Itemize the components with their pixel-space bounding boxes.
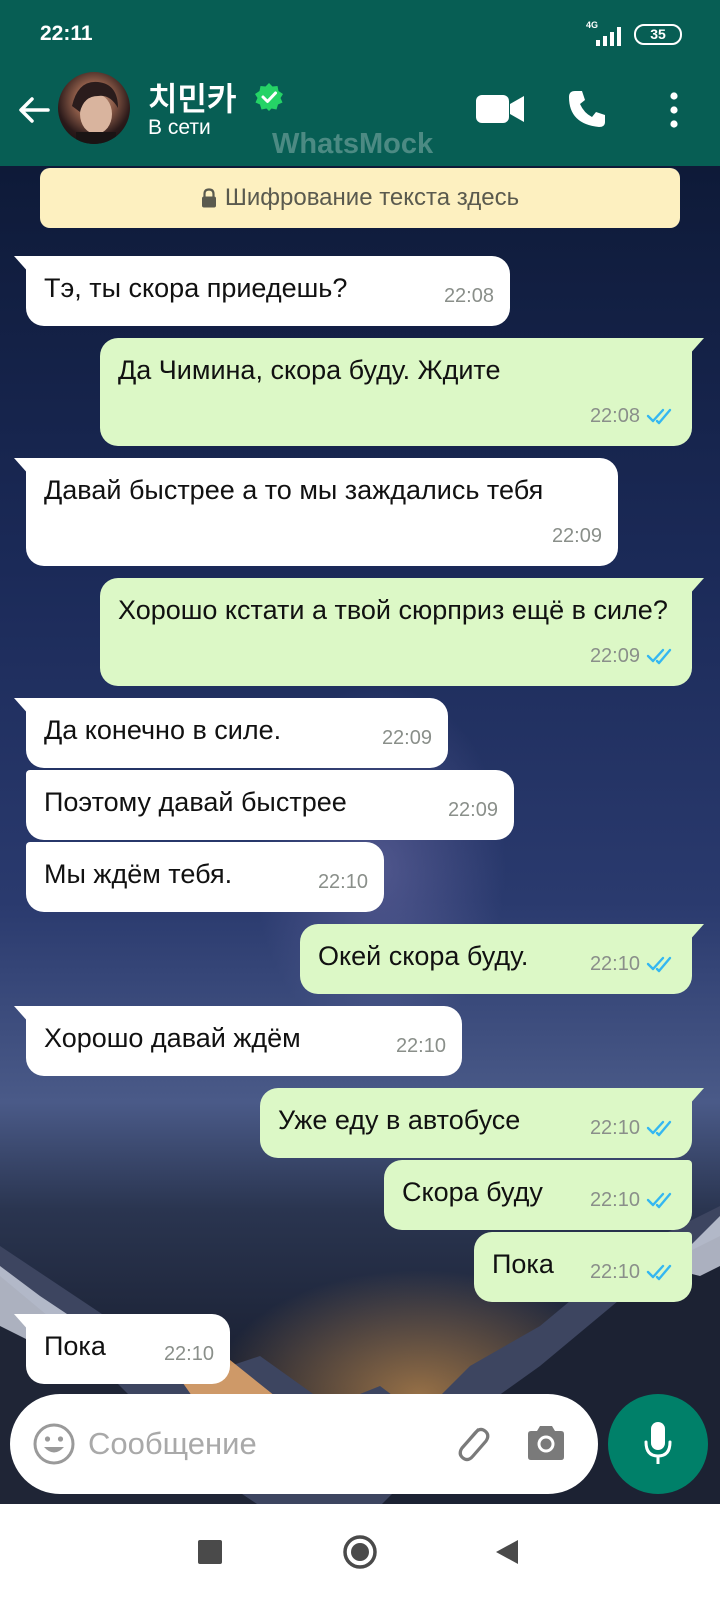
message-outgoing[interactable]: Да Чимина, скора буду. Ждите 22:08 xyxy=(100,338,704,446)
message-meta: 22:10 xyxy=(590,1110,676,1146)
double-check-icon xyxy=(646,1192,672,1209)
bubble-tail xyxy=(14,458,30,476)
double-check-icon xyxy=(646,1120,672,1137)
emoji-icon[interactable] xyxy=(32,1422,76,1466)
message-outgoing[interactable]: Хорошо кстати а твой сюрприз ещё в силе?… xyxy=(100,578,704,686)
message-time: 22:09 xyxy=(447,799,498,821)
bubble-tail xyxy=(688,338,704,356)
message-text: Хорошо давай ждём xyxy=(44,1023,301,1053)
double-check-icon xyxy=(646,408,672,425)
bubble-tail xyxy=(14,1314,30,1332)
lock-icon xyxy=(201,188,216,208)
camera-icon[interactable] xyxy=(524,1422,568,1464)
message-time: 22:09 xyxy=(589,645,640,667)
message-text: Давай быстрее а то мы заждались тебя xyxy=(44,475,544,505)
message-time: 22:10 xyxy=(317,871,368,893)
message-meta: 22:09 xyxy=(552,518,602,554)
bubble-tail xyxy=(14,698,30,716)
message-outgoing[interactable]: Окей скора буду. 22:10 xyxy=(300,924,704,994)
bubble-tail xyxy=(14,256,30,274)
message-outgoing[interactable]: Скора буду 22:10 xyxy=(384,1160,692,1230)
status-time: 22:11 xyxy=(40,22,93,45)
system-nav-bar xyxy=(0,1504,720,1600)
message-meta: 22:10 xyxy=(590,1182,676,1218)
message-time: 22:10 xyxy=(163,1343,214,1365)
message-meta: 22:09 xyxy=(448,792,498,828)
nav-back-button[interactable] xyxy=(494,1538,520,1566)
back-arrow-icon[interactable] xyxy=(14,90,54,130)
more-menu-icon[interactable] xyxy=(664,90,684,130)
verified-icon xyxy=(255,83,283,111)
message-incoming[interactable]: Тэ, ты скора приедешь? 22:08 xyxy=(14,256,510,326)
message-time: 22:10 xyxy=(395,1035,446,1057)
signal-icon xyxy=(596,27,621,46)
message-meta: 22:08 xyxy=(590,398,676,434)
message-incoming[interactable]: Давай быстрее а то мы заждались тебя 22:… xyxy=(14,458,618,566)
mic-button[interactable] xyxy=(608,1394,708,1494)
message-incoming[interactable]: Пока 22:10 xyxy=(14,1314,230,1384)
message-text: Хорошо кстати а твой сюрприз ещё в силе? xyxy=(118,595,668,625)
message-incoming[interactable]: Хорошо давай ждём 22:10 xyxy=(14,1006,462,1076)
double-check-icon xyxy=(646,648,672,665)
message-meta: 22:08 xyxy=(444,278,494,314)
message-outgoing[interactable]: Уже еду в автобусе 22:10 xyxy=(260,1088,704,1158)
message-meta: 22:10 xyxy=(590,1254,676,1290)
message-input[interactable] xyxy=(88,1418,438,1470)
avatar-photo xyxy=(72,81,118,144)
message-text: Да конечно в силе. xyxy=(44,715,282,745)
message-time: 22:08 xyxy=(443,285,494,307)
message-text: Поэтому давай быстрее xyxy=(44,787,347,817)
message-time: 22:10 xyxy=(589,1189,640,1211)
message-time: 22:10 xyxy=(589,1261,640,1283)
message-text: Тэ, ты скора приедешь? xyxy=(44,273,348,303)
message-time: 22:10 xyxy=(589,953,640,975)
bubble-tail xyxy=(688,1088,704,1106)
message-composer xyxy=(10,1394,598,1494)
message-time: 22:09 xyxy=(551,525,602,547)
mic-icon xyxy=(644,1422,672,1464)
bubble-tail xyxy=(14,1006,30,1024)
contact-status: В сети xyxy=(148,116,211,139)
watermark: WhatsMock xyxy=(272,128,434,160)
double-check-icon xyxy=(646,956,672,973)
message-time: 22:08 xyxy=(589,405,640,427)
message-time: 22:09 xyxy=(381,727,432,749)
bubble-tail xyxy=(688,578,704,596)
contact-name[interactable]: 치민카 xyxy=(148,74,236,120)
status-bar: 22:11 4G 35 xyxy=(0,0,720,70)
nav-home-button[interactable] xyxy=(342,1534,378,1570)
encryption-text: Шифрование текста здесь xyxy=(224,184,520,211)
message-incoming[interactable]: Да конечно в силе. 22:09 xyxy=(14,698,448,768)
message-meta: 22:10 xyxy=(396,1028,446,1064)
avatar[interactable] xyxy=(58,72,130,144)
message-meta: 22:10 xyxy=(590,946,676,982)
nav-recents-button[interactable] xyxy=(198,1540,222,1564)
attach-icon[interactable] xyxy=(448,1420,494,1466)
message-meta: 22:09 xyxy=(590,638,676,674)
encryption-banner[interactable]: Шифрование текста здесь xyxy=(40,168,680,228)
message-text: Да Чимина, скора буду. Ждите xyxy=(118,355,501,385)
video-call-icon[interactable] xyxy=(476,92,526,126)
message-incoming[interactable]: Поэтому давай быстрее 22:09 xyxy=(26,770,514,840)
message-outgoing[interactable]: Пока 22:10 xyxy=(474,1232,692,1302)
chat-header: 22:11 4G 35 치민카 В сети WhatsMock xyxy=(0,0,720,166)
message-meta: 22:10 xyxy=(164,1336,214,1372)
message-meta: 22:09 xyxy=(382,720,432,756)
message-time: 22:10 xyxy=(589,1117,640,1139)
battery-icon: 35 xyxy=(634,24,682,45)
bubble-tail xyxy=(688,924,704,942)
message-incoming[interactable]: Мы ждём тебя. 22:10 xyxy=(26,842,384,912)
message-meta: 22:10 xyxy=(318,864,368,900)
phone-icon[interactable] xyxy=(566,88,608,130)
double-check-icon xyxy=(646,1264,672,1281)
